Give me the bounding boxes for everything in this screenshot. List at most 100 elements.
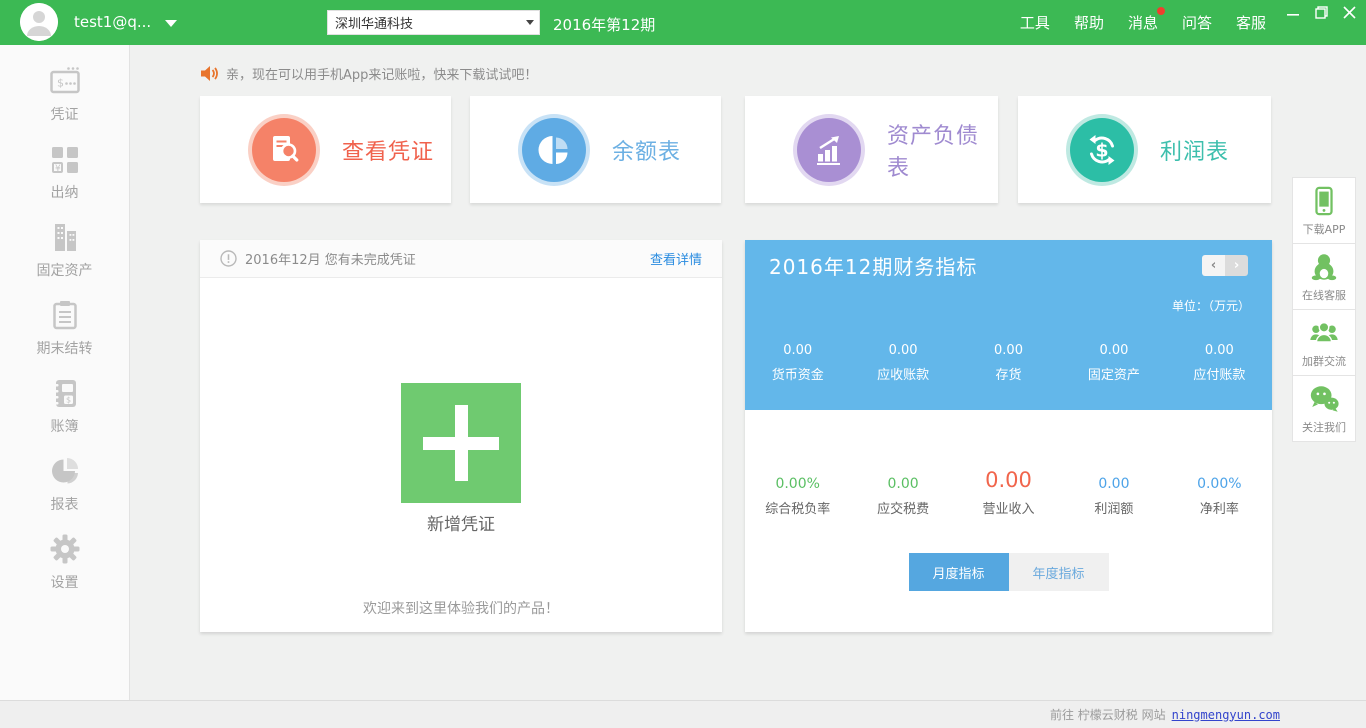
float-label: 下载APP [1303,221,1346,237]
menu-item-tools[interactable]: 工具 [1020,12,1050,33]
stat-inventory: 0.00 存货 [956,343,1061,383]
plus-icon [455,405,468,481]
asset-liability-icon [797,118,861,182]
notice-text: 亲，现在可以用手机App来记账啦，快来下载试试吧！ [226,64,537,83]
username-menu[interactable]: test1@q... [74,13,151,31]
stat-label: 应付账款 [1167,364,1272,383]
top-stats-row: 0.00 货币资金 0.00 应收账款 0.00 存货 0.00 固定资产 0.… [745,343,1272,383]
stat-value: 0.00 [956,343,1061,358]
minimize-button[interactable] [1284,4,1302,20]
bottom-stats-row: 0.00% 综合税负率 0.00 应交税费 0.00 营业收入 0.00 利润额… [745,468,1272,517]
card-asset-liability[interactable]: 资产负债表 [745,96,998,203]
prev-period-button[interactable]: ‹ [1202,255,1225,276]
stat-operating-income: 0.00 营业收入 [956,468,1061,517]
view-voucher-icon [252,118,316,182]
stat-value: 0.00 [1061,476,1166,492]
stat-fixed-assets: 0.00 固定资产 [1061,343,1166,383]
stat-net-profit-rate: 0.00% 净利率 [1167,476,1272,517]
menu-item-help[interactable]: 帮助 [1074,12,1104,33]
stat-profit: 0.00 利润额 [1061,476,1166,517]
chevron-down-icon[interactable] [165,20,177,27]
footer-text: 前往 柠檬云财税 网站 [1050,706,1166,723]
sidebar-item-settings[interactable]: 设置 [0,531,129,609]
follow-us-button[interactable]: 关注我们 [1292,375,1356,442]
sidebar-item-ledger[interactable]: $ 账簿 [0,375,129,453]
sidebar-item-label: 报表 [51,494,79,514]
stat-accounts-receivable: 0.00 应收账款 [850,343,955,383]
stat-value: 0.00 [956,468,1061,492]
float-label: 在线客服 [1302,287,1346,303]
finance-panel: 2016年12期财务指标 ‹ › 单位：（万元） 0.00 货币资金 0.00 … [745,240,1272,632]
sidebar-item-voucher[interactable]: $ 凭证 [0,63,129,141]
svg-text:$: $ [66,396,71,405]
svg-text:$: $ [1095,139,1108,161]
welcome-text: 欢迎来到这里体验我们的产品！ [200,598,722,618]
stat-label: 营业收入 [956,498,1061,517]
stat-label: 净利率 [1167,498,1272,517]
float-label: 加群交流 [1302,353,1346,369]
card-balance-sheet[interactable]: 余额表 [470,96,721,203]
info-icon [220,250,237,267]
unit-label: 单位：（万元） [1172,297,1250,314]
period-label: 2016年第12期 [553,14,655,35]
card-label: 查看凭证 [342,134,434,166]
stat-label: 固定资产 [1061,364,1166,383]
online-support-button[interactable]: 在线客服 [1292,243,1356,310]
website-link[interactable]: ningmengyun.com [1172,708,1280,722]
footer: 前往 柠檬云财税 网站 ningmengyun.com [0,700,1366,728]
close-button[interactable] [1340,4,1358,20]
finance-panel-title: 2016年12期财务指标 [769,251,977,280]
indicator-tabs: 月度指标 年度指标 [745,553,1272,591]
stat-value: 0.00 [850,343,955,358]
tab-monthly-indicators[interactable]: 月度指标 [909,553,1009,591]
menu-item-qa[interactable]: 问答 [1182,12,1212,33]
company-select[interactable]: 深圳华通科技 [327,10,540,35]
sidebar-item-fixed-assets[interactable]: 固定资产 [0,219,129,297]
notification-badge [1157,7,1165,15]
maximize-button[interactable] [1312,4,1330,20]
sidebar-item-label: 设置 [51,572,79,592]
stat-value: 0.00% [1167,476,1272,492]
next-period-button[interactable]: › [1225,255,1248,276]
card-profit-sheet[interactable]: $ 利润表 [1018,96,1271,203]
titlebar: test1@q... 深圳华通科技 2016年第12期 工具 帮助 消息 问答 … [0,0,1366,45]
sidebar-item-label: 固定资产 [37,260,93,280]
settings-icon [47,531,83,567]
float-menu: 下载APP 在线客服 加群交流 [1292,178,1356,442]
sidebar-item-cashier[interactable]: ¥ 出纳 [0,141,129,219]
avatar[interactable] [20,3,58,41]
card-label: 利润表 [1160,134,1229,166]
sidebar-item-label: 期末结转 [37,338,93,358]
reports-icon [47,453,83,489]
menu-item-support[interactable]: 客服 [1236,12,1266,33]
stat-label: 货币资金 [745,364,850,383]
close-icon [1343,6,1356,19]
sidebar-item-reports[interactable]: 报表 [0,453,129,531]
stat-value: 0.00 [745,343,850,358]
sidebar: $ 凭证 ¥ 出纳 固 [0,45,130,700]
company-select-value: 深圳华通科技 [335,13,413,32]
sidebar-item-label: 出纳 [51,182,79,202]
sidebar-item-period-end[interactable]: 期末结转 [0,297,129,375]
card-label: 资产负债表 [887,118,998,182]
user-icon [20,3,58,41]
window-controls [1284,4,1358,20]
download-app-button[interactable]: 下载APP [1292,177,1356,244]
stat-value: 0.00 [1061,343,1166,358]
stat-value: 0.00 [850,476,955,492]
cashier-icon: ¥ [47,141,83,177]
stat-tax-burden-rate: 0.00% 综合税负率 [745,476,850,517]
profit-sheet-icon: $ [1070,118,1134,182]
minimize-icon [1287,6,1299,18]
add-voucher-button[interactable] [401,383,521,503]
card-view-voucher[interactable]: 查看凭证 [200,96,451,203]
join-group-button[interactable]: 加群交流 [1292,309,1356,376]
app-window: test1@q... 深圳华通科技 2016年第12期 工具 帮助 消息 问答 … [0,0,1366,728]
float-label: 关注我们 [1302,419,1346,435]
menu-item-messages[interactable]: 消息 [1128,12,1158,33]
view-details-link[interactable]: 查看详情 [650,249,702,268]
stat-label: 存货 [956,364,1061,383]
stat-label: 应收账款 [850,364,955,383]
voucher-status-text: 2016年12月 您有未完成凭证 [245,249,416,268]
tab-annual-indicators[interactable]: 年度指标 [1009,553,1109,591]
